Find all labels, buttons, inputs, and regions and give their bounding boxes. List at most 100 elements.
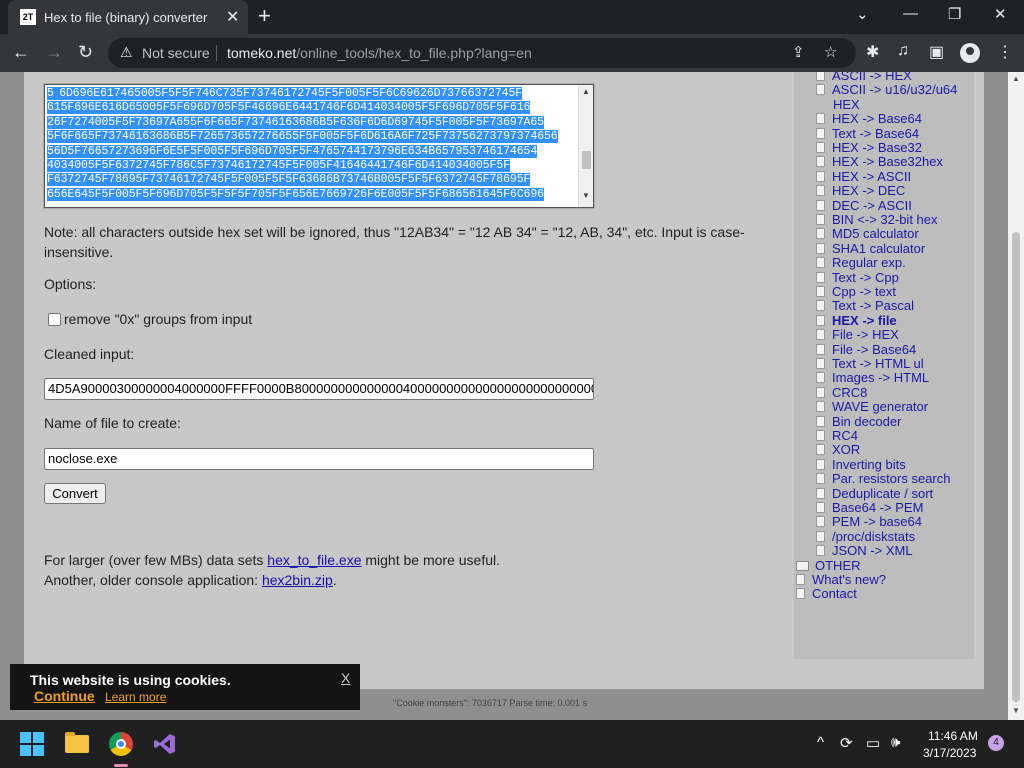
clock-date[interactable]: 3/17/2023 xyxy=(923,746,976,760)
sidebar-item[interactable]: Bin decoder xyxy=(816,414,901,429)
scroll-down-arrow-icon[interactable]: ▼ xyxy=(582,191,590,200)
menu-kebab-icon[interactable]: ⋮ xyxy=(997,42,1013,62)
notification-count-badge[interactable]: 4 xyxy=(988,735,1004,751)
back-arrow-icon[interactable]: ← xyxy=(12,42,30,63)
sidebar-item[interactable]: JSON -> XML xyxy=(816,544,913,558)
share-icon[interactable]: ⇪ xyxy=(792,43,805,61)
sidebar-item[interactable]: Base64 -> PEM xyxy=(816,501,923,515)
windows-start-icon[interactable] xyxy=(20,732,44,756)
show-hidden-icons-chevron-icon[interactable]: ^ xyxy=(817,734,824,751)
page-scroll-down-icon[interactable]: ▼ xyxy=(1012,706,1020,715)
sidebar-item[interactable]: HEX -> Base32 xyxy=(816,141,922,155)
sidebar-item[interactable]: Text -> HTML ul xyxy=(816,357,924,371)
tab-search-chevron-icon[interactable]: ⌄ xyxy=(856,5,869,23)
hex-line: 26F7274005F5F73697A655F6F665F73746163686… xyxy=(47,115,575,130)
sidebar-item[interactable]: Text -> Base64 xyxy=(816,126,919,141)
sidebar-item[interactable]: MD5 calculator xyxy=(816,227,919,241)
close-tab-icon[interactable]: ✕ xyxy=(226,7,239,27)
filename-input[interactable]: noclose.exe xyxy=(44,448,594,470)
sidebar-item[interactable]: Text -> Pascal xyxy=(816,299,914,313)
page-scroll-up-icon[interactable]: ▲ xyxy=(1012,74,1020,83)
hex-to-file-exe-link[interactable]: hex_to_file.exe xyxy=(267,552,361,568)
page-scrollbar[interactable]: ▲ ▼ xyxy=(1008,72,1024,720)
page-scroll-thumb[interactable] xyxy=(1012,232,1020,702)
sidebar-item[interactable]: Images -> HTML xyxy=(816,371,929,385)
media-queue-icon[interactable]: ♫ xyxy=(897,42,909,60)
sidebar-item-label: HEX -> Base32hex xyxy=(832,154,943,170)
restore-icon[interactable]: ❐ xyxy=(948,5,961,23)
sidebar-item[interactable]: Regular exp. xyxy=(816,256,906,270)
sidebar-item[interactable]: Inverting bits xyxy=(816,457,906,472)
url-path: /online_tools/hex_to_file.php?lang=en xyxy=(296,45,532,61)
textarea-scroll-thumb[interactable] xyxy=(582,151,591,169)
page-footer: "Cookie monsters": 7036717 Parse time: 0… xyxy=(393,698,587,708)
sidebar-item[interactable]: OTHER xyxy=(796,558,861,573)
sidebar-item[interactable]: Text -> Cpp xyxy=(816,270,899,285)
sidebar-item[interactable]: HEX -> ASCII xyxy=(816,169,911,184)
sidebar-item[interactable]: CRC8 xyxy=(816,385,867,400)
volume-icon[interactable]: 🕪 xyxy=(891,734,900,751)
sidebar-item[interactable]: HEX -> DEC xyxy=(816,184,905,198)
sidebar-item[interactable]: Par. resistors search xyxy=(816,472,951,486)
scroll-up-arrow-icon[interactable]: ▲ xyxy=(582,87,590,96)
document-icon xyxy=(816,286,825,297)
sidebar-item[interactable]: Cpp -> text xyxy=(816,285,896,299)
hex-input-text[interactable]: 5 6D696E617465005F5F5F746C735F7374617274… xyxy=(47,87,575,202)
network-icon[interactable]: ▭ xyxy=(866,734,880,752)
sidebar-item[interactable]: SHA1 calculator xyxy=(816,241,925,256)
reload-icon[interactable]: ↻ xyxy=(78,42,93,63)
cleaned-input-field[interactable]: 4D5A90000300000004000000FFFF0000B8000000… xyxy=(44,378,594,400)
not-secure-label[interactable]: Not secure xyxy=(142,45,210,61)
sidebar-item[interactable]: HEX -> Base32hex xyxy=(816,155,943,169)
document-icon xyxy=(816,84,825,96)
tab-hex-to-file[interactable]: 2T Hex to file (binary) converter ✕ xyxy=(8,0,248,34)
bookmark-star-icon[interactable]: ☆ xyxy=(824,43,837,61)
hex-input-textarea[interactable]: 5 6D696E617465005F5F5F746C735F7374617274… xyxy=(44,84,594,208)
document-icon xyxy=(816,214,825,225)
cookie-close-button[interactable]: X xyxy=(341,670,350,686)
sidebar-item[interactable]: ASCII -> u16/u32/u64 xyxy=(816,83,957,97)
sidebar-item[interactable]: RC4 xyxy=(816,429,858,443)
extensions-puzzle-icon[interactable]: ✱ xyxy=(866,42,879,62)
new-tab-icon[interactable]: + xyxy=(258,3,271,29)
forward-arrow-icon[interactable]: → xyxy=(45,42,63,63)
sidebar-item[interactable]: HEX xyxy=(833,97,860,112)
close-window-icon[interactable]: ✕ xyxy=(994,5,1007,23)
cookie-continue-link[interactable]: Continue xyxy=(34,688,95,704)
sync-alert-icon[interactable]: ⟳ xyxy=(840,734,853,752)
hex-line: 656E645F5F005F5F696D705F5F5F5F705F5F656E… xyxy=(47,187,575,202)
sidebar-item[interactable]: DEC -> ASCII xyxy=(816,197,912,213)
url-text[interactable]: tomeko.net/online_tools/hex_to_file.php?… xyxy=(227,45,532,61)
sidebar-item[interactable]: HEX -> Base64 xyxy=(816,112,922,126)
remove-0x-checkbox[interactable] xyxy=(48,313,61,326)
sidebar-item[interactable]: ASCII -> HEX xyxy=(816,72,912,83)
remove-0x-label[interactable]: remove "0x" groups from input xyxy=(64,311,252,327)
cookie-learn-more-link[interactable]: Learn more xyxy=(105,690,166,704)
sidebar-item[interactable]: File -> HEX xyxy=(816,328,899,342)
warning-triangle-icon[interactable]: ⚠ xyxy=(120,44,133,61)
hex2bin-zip-link[interactable]: hex2bin.zip xyxy=(262,572,333,588)
file-explorer-icon[interactable] xyxy=(65,732,89,753)
clock-time[interactable]: 11:46 AM xyxy=(928,729,978,743)
minimize-icon[interactable]: — xyxy=(903,5,918,22)
sidebar-item[interactable]: HEX -> file xyxy=(816,313,897,328)
convert-button[interactable]: Convert xyxy=(44,483,106,504)
sidebar-item[interactable]: WAVE generator xyxy=(816,400,928,414)
document-icon xyxy=(816,142,825,153)
sidebar-item[interactable]: BIN <-> 32-bit hex xyxy=(816,213,938,227)
sidebar-item[interactable]: Deduplicate / sort xyxy=(816,486,933,501)
side-panel-icon[interactable]: ▣ xyxy=(929,42,944,62)
hex-line: 56D5F76657273696F6E5F5F005F5F696D705F5F4… xyxy=(47,144,575,159)
sidebar-item[interactable]: /proc/diskstats xyxy=(816,529,915,544)
textarea-scrollbar[interactable]: ▲ ▼ xyxy=(578,85,593,207)
sidebar-item[interactable]: Contact xyxy=(796,587,857,601)
sidebar-item[interactable]: What's new? xyxy=(796,573,886,587)
visual-studio-icon[interactable] xyxy=(153,732,177,756)
profile-avatar-icon[interactable] xyxy=(960,43,980,63)
chrome-icon[interactable] xyxy=(109,732,133,756)
address-bar[interactable]: ⚠ Not secure tomeko.net/online_tools/hex… xyxy=(108,38,856,68)
sidebar-item[interactable]: File -> Base64 xyxy=(816,342,916,357)
sidebar-item-label: DEC -> ASCII xyxy=(832,197,912,213)
sidebar-item[interactable]: XOR xyxy=(816,443,860,457)
sidebar-item[interactable]: PEM -> base64 xyxy=(816,515,922,529)
